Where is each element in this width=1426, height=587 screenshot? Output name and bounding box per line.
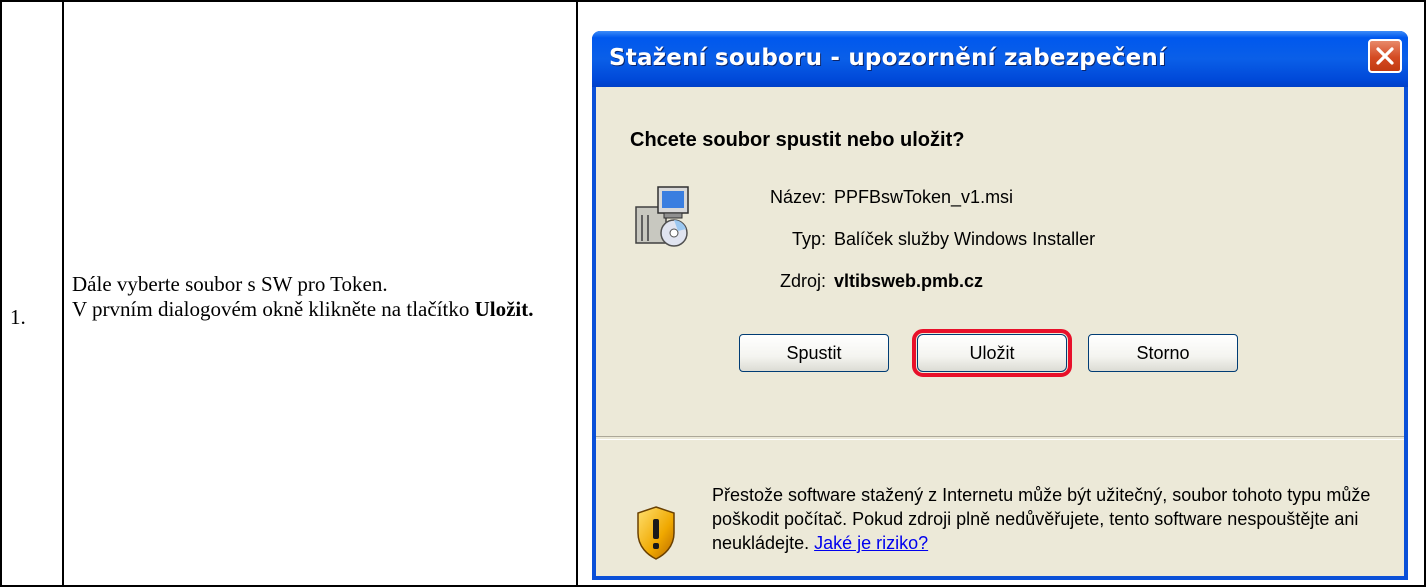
cancel-button[interactable]: Storno	[1088, 334, 1238, 372]
dialog-body: Chcete soubor spustit nebo uložit? Název…	[596, 87, 1404, 576]
instruction-bold-save: Uložit.	[474, 296, 534, 321]
download-security-dialog: Stažení souboru - upozornění zabezpečení…	[592, 31, 1408, 580]
warning-message: Přestože software stažený z Internetu mů…	[712, 483, 1392, 555]
instruction-text: Dále vyberte soubor s SW pro Token. V pr…	[64, 272, 576, 322]
source-value: vltibsweb.pmb.cz	[834, 271, 984, 291]
close-button[interactable]	[1368, 39, 1402, 73]
dialog-top-pane: Chcete soubor spustit nebo uložit? Název…	[596, 87, 1404, 436]
dialog-title: Stažení souboru - upozornění zabezpečení	[609, 45, 1167, 71]
dialog-question: Chcete soubor spustit nebo uložit?	[630, 129, 965, 151]
installer-package-icon	[635, 186, 689, 247]
run-button[interactable]: Spustit	[739, 334, 889, 372]
type-value: Balíček služby Windows Installer	[834, 229, 1096, 249]
step-number: 1.	[10, 305, 26, 329]
instruction-line-1: Dále vyberte soubor s SW pro Token.	[72, 271, 388, 296]
warning-text: Přestože software stažený z Internetu mů…	[712, 485, 1371, 553]
close-icon	[1376, 47, 1394, 65]
warning-shield-icon	[637, 506, 675, 560]
instruction-line-2: V prvním dialogovém okně klikněte na tla…	[72, 296, 470, 321]
instruction-cell: Dále vyberte soubor s SW pro Token. V pr…	[62, 0, 578, 587]
step-number-cell: 1.	[0, 0, 64, 587]
name-value: PPFBswToken_v1.msi	[834, 187, 1014, 207]
dialog-divider	[596, 436, 1404, 440]
save-button[interactable]: Uložit	[912, 329, 1072, 377]
dialog-titlebar[interactable]: Stažení souboru - upozornění zabezpečení	[592, 31, 1408, 87]
risk-link[interactable]: Jaké je riziko?	[814, 533, 928, 553]
